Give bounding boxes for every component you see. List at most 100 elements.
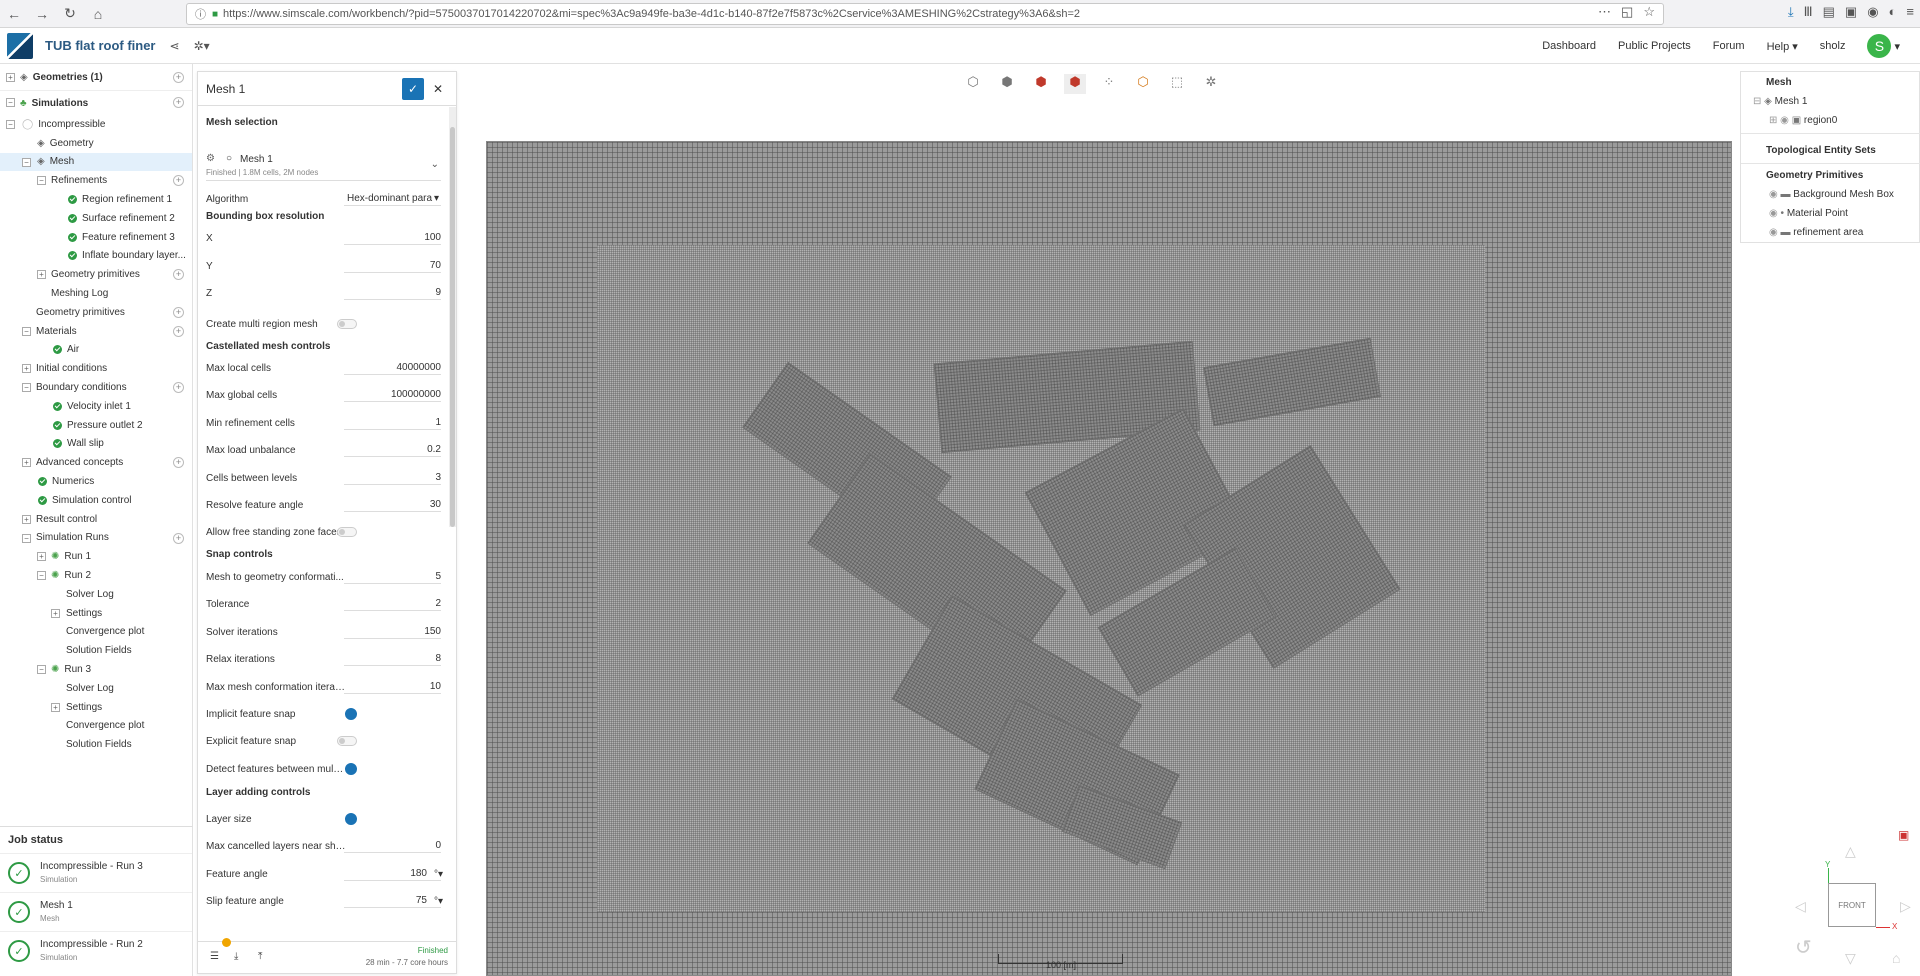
tree-geometry-primitives[interactable]: Geometry primitives + — [0, 303, 192, 322]
tree-item[interactable]: Numerics — [0, 472, 192, 491]
topo-sets-title[interactable]: Topological Entity Sets — [1766, 145, 1876, 156]
home-view-icon[interactable]: ⌂ — [1892, 950, 1900, 966]
menu-icon[interactable]: ≡ — [1906, 4, 1914, 20]
add-primitive-button[interactable]: + — [173, 269, 184, 281]
max-global-input[interactable]: 100000000 — [344, 389, 441, 402]
detect-features-toggle[interactable] — [345, 763, 357, 775]
tree-simulations[interactable]: − ♣ Simulations + — [0, 91, 192, 115]
entity-refinement-area[interactable]: ◉ ▬ refinement area — [1769, 227, 1863, 238]
free-standing-toggle[interactable] — [337, 527, 357, 537]
geo-primitives-title[interactable]: Geometry Primitives — [1766, 170, 1863, 181]
algorithm-select[interactable]: Hex-dominant para ▾ — [344, 193, 441, 206]
y-input[interactable]: 70 — [344, 260, 441, 273]
nav-forum[interactable]: Forum — [1713, 40, 1745, 52]
sidebar-icon[interactable]: ▤ — [1823, 4, 1835, 20]
cube-wire-icon[interactable]: ⬡ — [1132, 74, 1154, 94]
add-advanced-button[interactable]: + — [173, 457, 184, 469]
tree-item[interactable]: Region refinement 1 — [0, 190, 192, 209]
tree-meshing-log[interactable]: Meshing Log — [0, 284, 192, 303]
tree-solver-log[interactable]: Solver Log — [0, 585, 192, 604]
max-load-input[interactable]: 0.2 — [344, 444, 441, 457]
share-icon[interactable]: ⋖ — [170, 39, 180, 53]
gear-icon[interactable]: ✲▾ — [194, 39, 210, 53]
tree-run-3[interactable]: − ✺ Run 3 — [0, 660, 192, 679]
rotate-left-icon[interactable]: ◁ — [1795, 898, 1806, 915]
degree-unit-select[interactable]: °▾ — [434, 869, 443, 880]
forward-icon[interactable]: → — [28, 0, 56, 28]
info-icon[interactable]: ⓘ — [195, 6, 206, 22]
library-icon[interactable]: Ⅲ — [1804, 4, 1813, 20]
entity-background-box[interactable]: ◉ ▬ Background Mesh Box — [1769, 189, 1894, 200]
tree-settings[interactable]: + Settings — [0, 604, 192, 623]
cube-solid-icon[interactable]: ⬢ — [996, 74, 1018, 94]
back-icon[interactable]: ← — [0, 0, 28, 28]
tree-item[interactable]: Inflate boundary layer... — [0, 247, 192, 266]
list-icon[interactable]: ☰ — [210, 951, 219, 962]
reload-icon[interactable]: ↻ — [56, 0, 84, 28]
resolve-angle-input[interactable]: 30 — [344, 499, 441, 512]
tree-item[interactable]: Feature refinement 3 — [0, 228, 192, 247]
implicit-snap-toggle[interactable] — [345, 708, 357, 720]
add-primitive-button[interactable]: + — [173, 306, 184, 318]
slip-angle-input[interactable]: 75 — [344, 895, 441, 908]
rotate-down-icon[interactable]: ▽ — [1845, 950, 1856, 967]
tree-geometry[interactable]: ◈ Geometry — [0, 134, 192, 153]
tree-item[interactable]: Wall slip — [0, 435, 192, 454]
min-refinement-input[interactable]: 1 — [344, 417, 441, 430]
add-bc-button[interactable]: + — [173, 382, 184, 394]
add-run-button[interactable]: + — [173, 532, 184, 544]
multi-region-toggle[interactable] — [337, 319, 357, 329]
cube-mesh-icon[interactable]: ⬢ — [1064, 74, 1086, 94]
bookmark-star-icon[interactable]: ☆ — [1643, 4, 1655, 20]
tree-geometries[interactable]: + ◈ Geometries (1) + — [0, 64, 192, 91]
solver-iter-input[interactable]: 150 — [344, 626, 441, 639]
feature-angle-input[interactable]: 180 — [344, 868, 441, 881]
nav-help[interactable]: Help ▾ — [1767, 40, 1798, 53]
cells-between-input[interactable]: 3 — [344, 472, 441, 485]
tree-geometry-primitives-sub[interactable]: + Geometry primitives + — [0, 265, 192, 284]
tree-incompressible[interactable]: − ◯ Incompressible — [0, 115, 192, 134]
rotate-right-icon[interactable]: ▷ — [1900, 898, 1911, 915]
tree-item[interactable]: Air — [0, 341, 192, 360]
tree-item[interactable]: Velocity inlet 1 — [0, 397, 192, 416]
cube-points-icon[interactable]: ⁘ — [1098, 74, 1120, 94]
add-material-button[interactable]: + — [173, 325, 184, 337]
home-icon[interactable]: ⌂ — [84, 0, 112, 28]
tree-solution-fields[interactable]: Solution Fields — [0, 735, 192, 754]
layer-size-toggle[interactable] — [345, 813, 357, 825]
degree-unit-select[interactable]: °▾ — [434, 896, 443, 907]
tree-convergence-plot[interactable]: Convergence plot — [0, 717, 192, 736]
tree-materials[interactable]: − Materials + — [0, 322, 192, 341]
explicit-snap-toggle[interactable] — [337, 736, 357, 746]
cube-outline-icon[interactable]: ⬡ — [962, 74, 984, 94]
tree-convergence-plot[interactable]: Convergence plot — [0, 623, 192, 642]
eye-icon[interactable]: ◉ — [1769, 189, 1778, 200]
tree-advanced-concepts[interactable]: + Advanced concepts + — [0, 453, 192, 472]
tolerance-input[interactable]: 2 — [344, 598, 441, 611]
close-icon[interactable]: ✕ — [430, 78, 446, 100]
rotate-icon[interactable]: ↺ — [1795, 935, 1812, 960]
upload-icon[interactable]: ⤒ — [258, 951, 262, 962]
view-cube[interactable]: FRONT — [1828, 883, 1876, 927]
entity-material-point[interactable]: ◉ • Material Point — [1769, 208, 1848, 219]
add-simulation-button[interactable]: + — [173, 97, 184, 108]
add-refinement-button[interactable]: + — [173, 175, 184, 187]
z-input[interactable]: 9 — [344, 287, 441, 300]
tree-run-1[interactable]: + ✺ Run 1 — [0, 547, 192, 566]
eye-icon[interactable]: ◉ — [1769, 227, 1778, 238]
tree-solver-log[interactable]: Solver Log — [0, 679, 192, 698]
job-item[interactable]: ✓ Incompressible - Run 3 Simulation — [0, 853, 192, 892]
x-input[interactable]: 100 — [344, 232, 441, 245]
tree-simulation-runs[interactable]: − Simulation Runs + — [0, 529, 192, 548]
account-icon[interactable]: ◉ — [1867, 4, 1878, 20]
nav-dashboard[interactable]: Dashboard — [1542, 40, 1596, 52]
tree-settings[interactable]: + Settings — [0, 698, 192, 717]
url-bar[interactable]: ⓘ ■ https://www.simscale.com/workbench/?… — [186, 3, 1664, 25]
tree-item[interactable]: Simulation control — [0, 491, 192, 510]
more-icon[interactable]: ⋯ — [1598, 4, 1611, 20]
reader-icon[interactable]: ▣ — [1845, 4, 1857, 20]
eye-icon[interactable]: ◉ — [1769, 208, 1778, 219]
pocket-icon[interactable]: ◱ — [1621, 4, 1633, 20]
download-icon[interactable]: ⤓ — [1788, 4, 1794, 20]
username[interactable]: sholz — [1820, 40, 1846, 52]
